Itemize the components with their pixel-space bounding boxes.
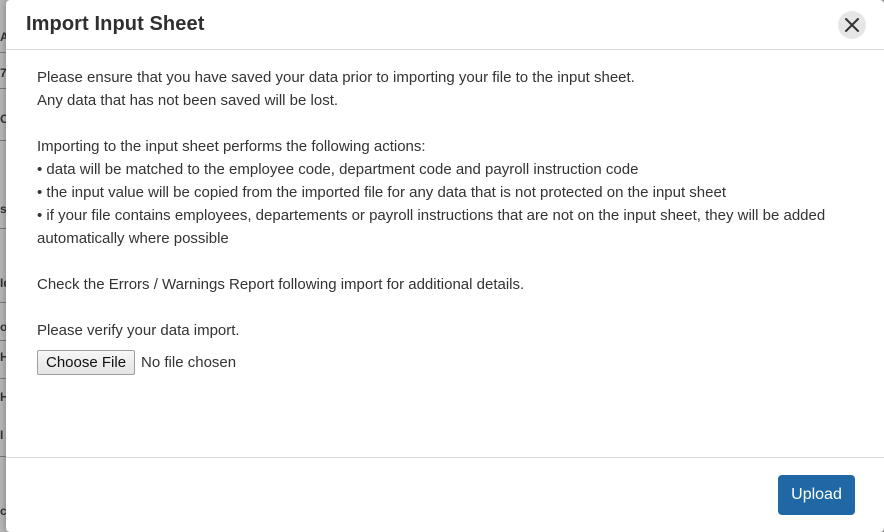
report-note: Check the Errors / Warnings Report follo…	[37, 276, 525, 293]
dialog-body: Please ensure that you have saved your d…	[37, 66, 867, 342]
intro-line-1: Please ensure that you have saved your d…	[37, 69, 635, 86]
file-input: Choose File No file chosen	[37, 350, 236, 375]
dialog-header: Import Input Sheet	[6, 0, 884, 50]
bullet-item: • if your file contains employees, depar…	[37, 207, 826, 247]
close-icon	[845, 18, 859, 32]
intro-line-2: Any data that has not been saved will be…	[37, 92, 339, 109]
dialog-footer: Upload	[6, 457, 884, 532]
dialog-title: Import Input Sheet	[26, 13, 205, 35]
verify-note: Please verify your data import.	[37, 322, 240, 339]
close-button[interactable]	[838, 11, 866, 39]
bullet-item: • the input value will be copied from th…	[37, 184, 726, 201]
choose-file-button[interactable]: Choose File	[37, 350, 136, 375]
background-text-fragment: I	[0, 428, 4, 442]
actions-heading: Importing to the input sheet performs th…	[37, 138, 426, 155]
file-status-text: No file chosen	[141, 354, 237, 371]
import-input-sheet-dialog: Import Input Sheet Please ensure that yo…	[6, 0, 884, 532]
upload-button[interactable]: Upload	[778, 475, 855, 515]
bullet-item: • data will be matched to the employee c…	[37, 161, 639, 178]
